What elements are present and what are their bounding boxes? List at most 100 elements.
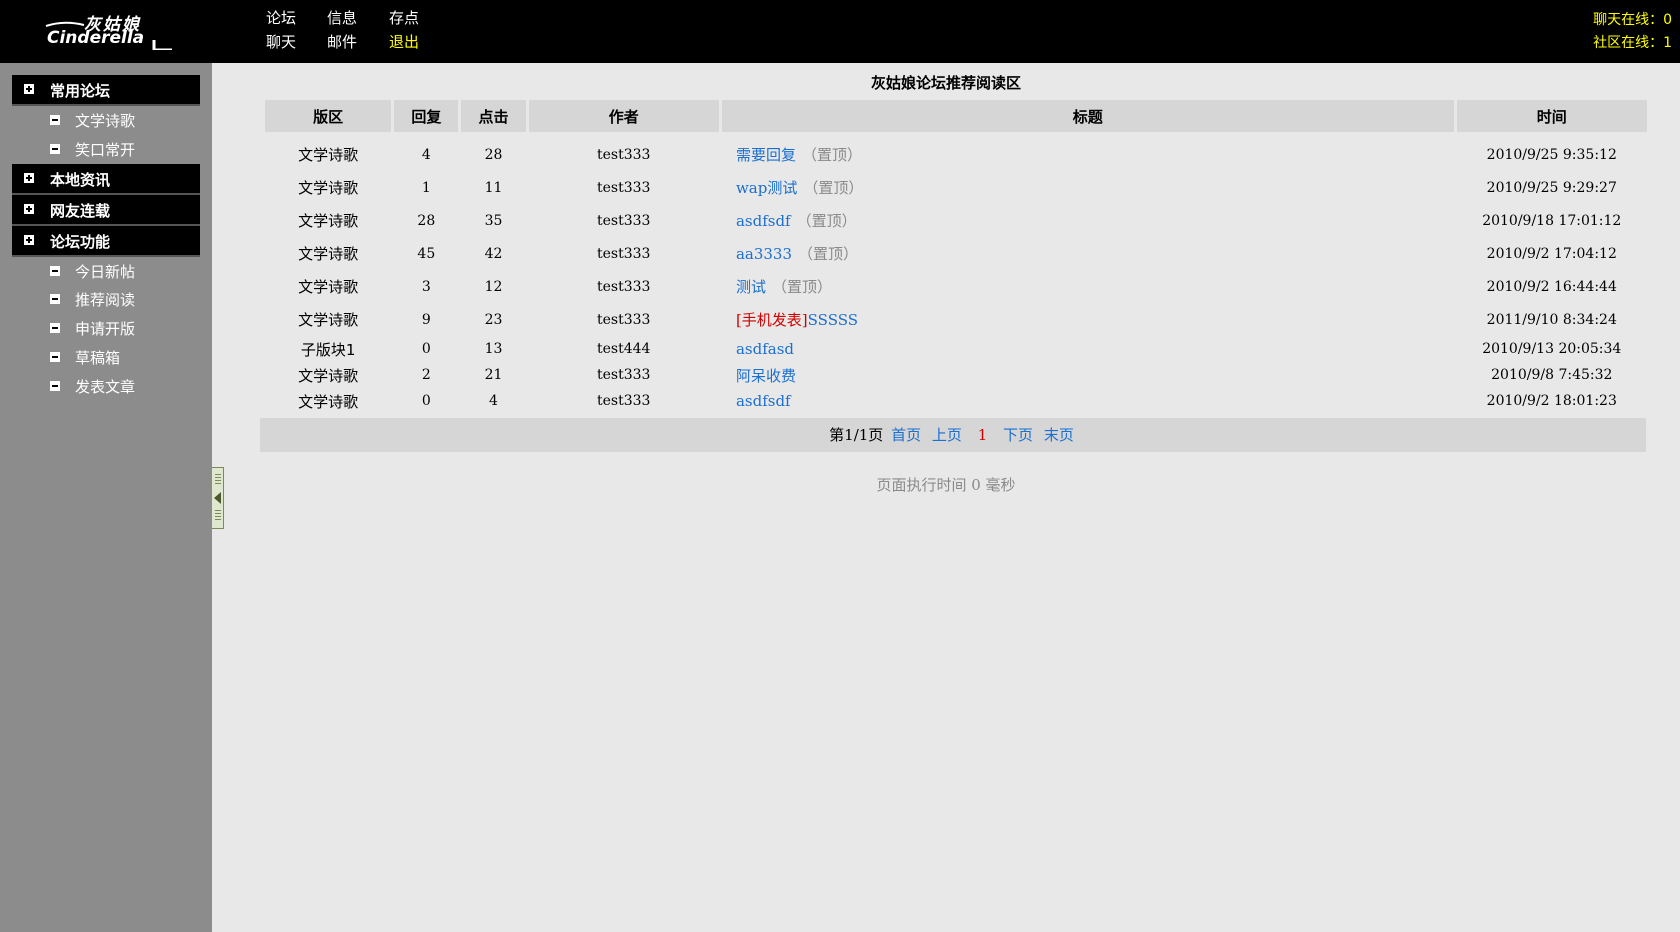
expand-plus-icon bbox=[24, 84, 34, 94]
sidebar-item-label: 申请开版 bbox=[75, 320, 136, 338]
table-header-row: 版区 回复 点击 作者 标题 时间 bbox=[265, 100, 1647, 132]
cell-title: 测试 （置顶） bbox=[722, 270, 1454, 303]
nav-forum[interactable]: 论坛 bbox=[266, 7, 296, 28]
sidebar: 常用论坛 文学诗歌 笑口常开 本地资讯 网友连载 论坛功能 今日新帖 推荐阅读 … bbox=[0, 63, 212, 932]
collapse-minus-icon bbox=[50, 381, 60, 391]
sidebar-item-literature-poetry[interactable]: 文学诗歌 bbox=[12, 107, 200, 133]
cell-clicks: 12 bbox=[484, 278, 503, 295]
sidebar-item-label: 今日新帖 bbox=[75, 263, 136, 281]
sidebar-item-recommended[interactable]: 推荐阅读 bbox=[12, 286, 200, 312]
cell-time: 2010/9/2 18:01:23 bbox=[1486, 393, 1617, 409]
post-title-link[interactable]: 阿呆收费 bbox=[736, 367, 796, 385]
last-page-link[interactable]: 末页 bbox=[1044, 426, 1074, 444]
sidebar-item-label: 文学诗歌 bbox=[75, 112, 136, 130]
nav-chat[interactable]: 聊天 bbox=[266, 31, 296, 52]
sidebar-group-forum-functions[interactable]: 论坛功能 bbox=[12, 226, 200, 255]
cell-board: 子版块1 bbox=[300, 340, 356, 359]
cell-time: 2010/9/25 9:29:27 bbox=[1486, 179, 1617, 196]
cell-replies: 1 bbox=[421, 179, 431, 196]
top-bar: 灰姑娘 Cinderella 论坛 信息 存点 聊天 邮件 退出 聊天在线：0 … bbox=[0, 0, 1680, 63]
cell-replies: 4 bbox=[421, 146, 431, 163]
table-row: 文学诗歌 28 35 test333 asdfsdf （置顶） 2010/9/18… bbox=[265, 204, 1647, 237]
post-title-link[interactable]: 需要回复 bbox=[736, 146, 796, 164]
cell-time: 2011/9/10 8:34:24 bbox=[1486, 311, 1617, 328]
cell-clicks: 21 bbox=[484, 367, 503, 383]
table-row: 文学诗歌 9 23 test333 [手机发表]SSSSS 2011/9/10 … bbox=[265, 303, 1647, 336]
post-title-link[interactable]: aa3333 bbox=[736, 245, 792, 263]
table-row: 文学诗歌 45 42 test333 aa3333 （置顶） 2010/9/2 1… bbox=[265, 237, 1647, 270]
cell-replies: 2 bbox=[421, 367, 431, 383]
collapse-minus-icon bbox=[50, 115, 60, 125]
cell-time: 2010/9/8 7:45:32 bbox=[1491, 367, 1613, 383]
table-row: 文学诗歌 4 28 test333 需要回复 （置顶） 2010/9/25 9:3… bbox=[265, 132, 1647, 171]
cell-time: 2010/9/18 17:01:12 bbox=[1482, 212, 1622, 229]
sidebar-group-label: 常用论坛 bbox=[50, 82, 111, 100]
sidebar-item-humor[interactable]: 笑口常开 bbox=[12, 136, 200, 162]
table-row: 文学诗歌 0 4 test333 asdfsdf 2010/9/2 18:01:… bbox=[265, 388, 1647, 414]
table-row: 文学诗歌 2 21 test333 阿呆收费 2010/9/8 7:45:32 bbox=[265, 362, 1647, 388]
cell-author: test333 bbox=[597, 212, 651, 229]
cell-title: wap测试 （置顶） bbox=[722, 171, 1454, 204]
post-title-link[interactable]: asdfsdf bbox=[736, 212, 791, 230]
first-page-link[interactable]: 首页 bbox=[891, 426, 921, 444]
cell-author: test333 bbox=[597, 278, 651, 295]
post-title-link[interactable]: asdfasd bbox=[736, 340, 794, 358]
cell-replies: 28 bbox=[417, 212, 436, 229]
nav-exit[interactable]: 退出 bbox=[389, 31, 419, 52]
cell-title: [手机发表]SSSSS bbox=[722, 303, 1454, 336]
sidebar-item-apply-board[interactable]: 申请开版 bbox=[12, 315, 200, 341]
post-title-link[interactable]: asdfsdf bbox=[736, 392, 791, 410]
sidebar-item-drafts[interactable]: 草稿箱 bbox=[12, 344, 200, 370]
nav-mail[interactable]: 邮件 bbox=[327, 31, 357, 52]
nav-save[interactable]: 存点 bbox=[389, 7, 419, 28]
cell-board: 文学诗歌 bbox=[298, 245, 359, 263]
sidebar-item-label: 推荐阅读 bbox=[75, 291, 136, 309]
sidebar-group-common-forums[interactable]: 常用论坛 bbox=[12, 75, 200, 104]
cell-title: aa3333 （置顶） bbox=[722, 237, 1454, 270]
cell-board: 文学诗歌 bbox=[298, 212, 359, 230]
cell-board: 文学诗歌 bbox=[298, 179, 359, 197]
cell-author: test333 bbox=[597, 311, 651, 328]
cell-replies: 0 bbox=[421, 393, 431, 409]
column-header-clicks: 点击 bbox=[461, 100, 526, 132]
sidebar-group-local-news[interactable]: 本地资讯 bbox=[12, 164, 200, 193]
cell-board: 文学诗歌 bbox=[298, 278, 359, 296]
pinned-tag: （置顶） bbox=[771, 278, 832, 296]
prev-page-link[interactable]: 上页 bbox=[932, 426, 962, 444]
sidebar-item-label: 发表文章 bbox=[75, 378, 136, 396]
sidebar-item-label: 草稿箱 bbox=[75, 349, 121, 367]
cell-replies: 3 bbox=[421, 278, 431, 295]
sidebar-group-label: 网友连载 bbox=[50, 202, 111, 220]
table-row: 文学诗歌 1 11 test333 wap测试 （置顶） 2010/9/25 9:… bbox=[265, 171, 1647, 204]
cinderella-logo[interactable]: 灰姑娘 Cinderella bbox=[44, 8, 176, 50]
cell-board: 文学诗歌 bbox=[298, 146, 359, 164]
table-row: 子版块1 0 13 test444 asdfasd 2010/9/13 20:0… bbox=[265, 336, 1647, 362]
column-header-replies: 回复 bbox=[394, 100, 459, 132]
cell-replies: 0 bbox=[421, 341, 431, 357]
collapse-minus-icon bbox=[50, 294, 60, 304]
nav-info[interactable]: 信息 bbox=[327, 7, 357, 28]
sidebar-group-label: 论坛功能 bbox=[50, 233, 111, 251]
cell-time: 2010/9/2 16:44:44 bbox=[1486, 278, 1617, 295]
pinned-tag: （置顶） bbox=[798, 245, 859, 263]
cell-title: asdfsdf bbox=[722, 388, 1454, 414]
post-title-link[interactable]: wap测试 bbox=[736, 179, 797, 197]
sidebar-group-serials[interactable]: 网友连载 bbox=[12, 195, 200, 224]
sidebar-item-post-article[interactable]: 发表文章 bbox=[12, 373, 200, 399]
column-header-board: 版区 bbox=[265, 100, 392, 132]
posts-table: 版区 回复 点击 作者 标题 时间 文学诗歌 4 28 test333 需要回复… bbox=[262, 100, 1650, 414]
main-content: 灰姑娘论坛推荐阅读区 版区 回复 点击 作者 标题 时间 文学诗歌 4 28 t… bbox=[212, 63, 1680, 932]
post-title-link[interactable]: 测试 bbox=[736, 278, 766, 296]
sidebar-group-label: 本地资讯 bbox=[50, 171, 111, 189]
next-page-link[interactable]: 下页 bbox=[1003, 426, 1033, 444]
community-online-count: 社区在线：1 bbox=[1593, 35, 1672, 51]
post-title-link[interactable]: SSSSS bbox=[808, 311, 858, 329]
sidebar-item-label: 笑口常开 bbox=[75, 141, 136, 159]
sidebar-item-today-posts[interactable]: 今日新帖 bbox=[12, 258, 200, 284]
cell-time: 2010/9/2 17:04:12 bbox=[1486, 245, 1617, 262]
pinned-tag: （置顶） bbox=[796, 212, 857, 230]
cell-time: 2010/9/13 20:05:34 bbox=[1482, 341, 1622, 357]
pinned-tag: （置顶） bbox=[801, 146, 862, 164]
cell-author: test333 bbox=[597, 245, 651, 262]
collapse-minus-icon bbox=[50, 323, 60, 333]
